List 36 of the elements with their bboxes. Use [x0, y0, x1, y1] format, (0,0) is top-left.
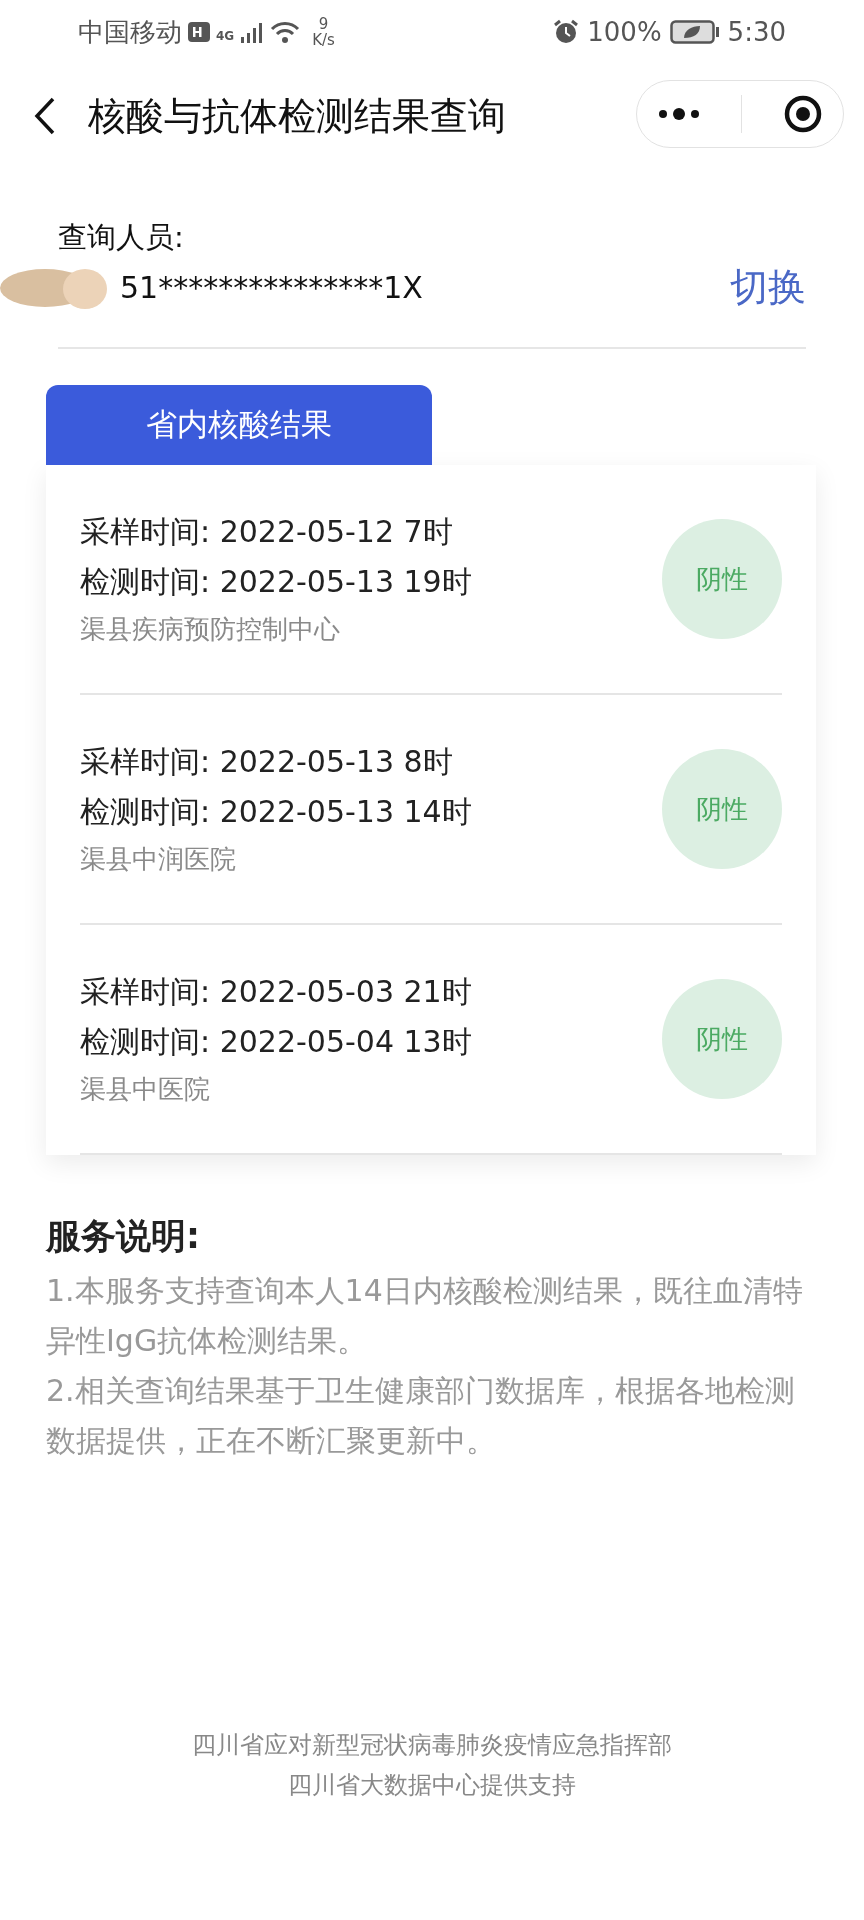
back-icon[interactable] [34, 97, 56, 135]
carrier-name: 中国移动 [78, 15, 182, 49]
footer-text: 四川省大数据中心提供支持 [287, 1770, 577, 1801]
notes-paragraph: 2.相关查询结果基于卫生健康部门数据库，根据各地检测数据提供，正在不断汇聚更新中。 [46, 1372, 796, 1460]
institution-name: 渠县中医院 [80, 1073, 211, 1106]
institution-name: 渠县中润医院 [80, 843, 237, 876]
sample-time: 采样时间: 2022-05-12 7时 [80, 513, 454, 551]
test-time: 检测时间: 2022-05-13 14时 [80, 793, 472, 831]
institution-name: 渠县疾病预防控制中心 [80, 613, 341, 646]
switch-link[interactable]: 切换 [730, 262, 806, 313]
sample-time: 采样时间: 2022-05-13 8时 [80, 743, 454, 781]
speed-unit: K/s [312, 32, 335, 49]
result-badge: 阴性 [662, 979, 782, 1099]
result-badge: 阴性 [662, 519, 782, 639]
test-time: 检测时间: 2022-05-13 19时 [80, 563, 472, 601]
network-label: 4G [216, 28, 235, 43]
hd-icon [188, 22, 210, 42]
speed-value: 9 [318, 15, 329, 32]
page-title: 核酸与抗体检测结果查询 [88, 92, 506, 140]
alarm-icon [553, 19, 580, 45]
signal-icon [240, 21, 265, 43]
notes-heading: 服务说明: [46, 1215, 201, 1258]
footer-text: 四川省应对新型冠状病毒肺炎疫情应急指挥部 [191, 1730, 673, 1761]
more-icon[interactable] [657, 107, 702, 121]
id-number: 51***************1X [120, 270, 423, 305]
battery-icon [669, 20, 720, 44]
wifi-icon [270, 21, 301, 43]
battery-percent: 100% [587, 17, 662, 47]
result-badge: 阴性 [662, 749, 782, 869]
sample-time: 采样时间: 2022-05-03 21时 [80, 973, 472, 1011]
person-label: 查询人员: [58, 219, 185, 256]
notes-paragraph: 1.本服务支持查询本人14日内核酸检测结果，既往血清特异性IgG抗体检测结果。 [46, 1272, 804, 1360]
clock-time: 5:30 [727, 17, 786, 47]
close-icon[interactable] [782, 94, 823, 134]
results-tab[interactable]: 省内核酸结果 [46, 385, 432, 465]
test-time: 检测时间: 2022-05-04 13时 [80, 1023, 472, 1061]
